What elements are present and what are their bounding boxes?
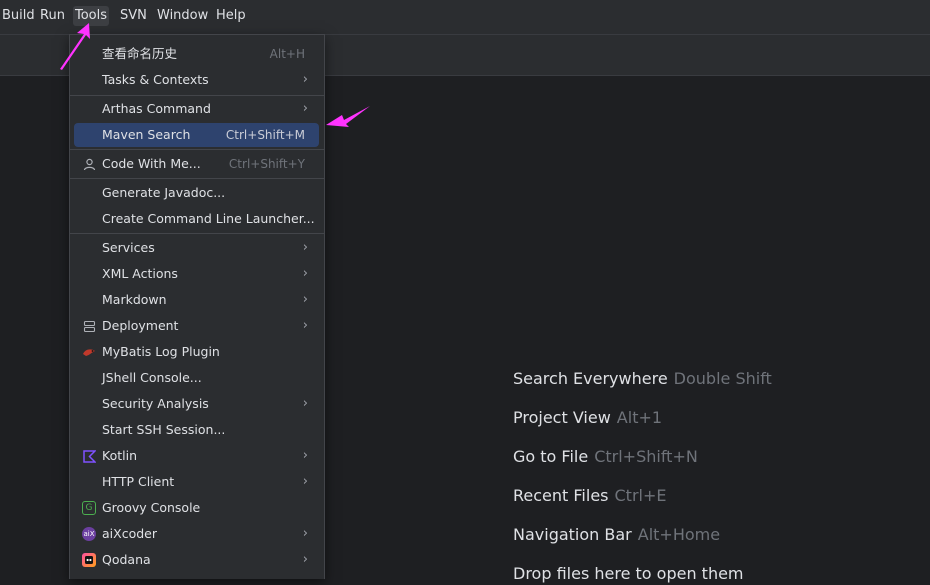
hint-key: Alt+Home [637, 525, 721, 544]
chevron-right-icon: › [302, 552, 308, 567]
menu-separator [70, 95, 324, 96]
groovy-icon: G [82, 501, 96, 515]
menu-item-arthas-command[interactable]: Arthas Command › [74, 97, 319, 121]
menu-item-start-ssh-session[interactable]: Start SSH Session... [74, 418, 319, 442]
menu-item-label: Deployment [102, 318, 179, 333]
menu-item-shortcut: Ctrl+Shift+M [225, 128, 305, 142]
menu-item-command-line-launcher[interactable]: Create Command Line Launcher... [74, 207, 319, 231]
hint-label: Navigation Bar [513, 525, 632, 544]
menu-item-label: Markdown [102, 292, 167, 307]
menu-item-http-client[interactable]: HTTP Client › [74, 470, 319, 494]
menu-item-aixcoder[interactable]: aiX aiXcoder › [74, 522, 319, 546]
hint-key: Alt+1 [616, 408, 663, 427]
tools-dropdown-menu: 查看命名历史 Alt+H Tasks & Contexts › Arthas C… [69, 34, 325, 579]
chevron-right-icon: › [302, 474, 308, 489]
hint-navigation-bar: Navigation Bar Alt+Home [513, 524, 720, 546]
menu-item-label: Qodana [102, 552, 151, 567]
aixcoder-icon: aiX [82, 527, 96, 541]
hint-project-view: Project View Alt+1 [513, 407, 662, 429]
menu-item-shortcut: Ctrl+Shift+Y [228, 157, 305, 171]
hint-label: Recent Files [513, 486, 609, 505]
hint-label: Go to File [513, 447, 589, 466]
menu-item-jshell-console[interactable]: JShell Console... [74, 366, 319, 390]
chevron-right-icon: › [302, 318, 308, 333]
menu-item-deployment[interactable]: Deployment › [74, 314, 319, 338]
menu-item-mybatis-log-plugin[interactable]: MyBatis Log Plugin [74, 340, 319, 364]
menu-item-label: Tasks & Contexts [102, 72, 209, 87]
kotlin-icon [82, 449, 96, 463]
person-icon [82, 157, 96, 171]
menu-item-shortcut: Alt+H [269, 47, 305, 61]
chevron-right-icon: › [302, 448, 308, 463]
menu-item-maven-search[interactable]: Maven Search Ctrl+Shift+M [74, 123, 319, 147]
hint-search-everywhere: Search Everywhere Double Shift [513, 368, 772, 390]
menu-item-tasks-contexts[interactable]: Tasks & Contexts › [74, 68, 319, 92]
menu-help[interactable]: Help [214, 6, 248, 26]
menu-item-label: Code With Me... [102, 156, 201, 171]
chevron-right-icon: › [302, 526, 308, 541]
menu-item-label: XML Actions [102, 266, 178, 281]
menu-item-generate-javadoc[interactable]: Generate Javadoc... [74, 181, 319, 205]
chevron-right-icon: › [302, 101, 308, 116]
menu-item-label: Maven Search [102, 127, 191, 142]
menu-item-label: Start SSH Session... [102, 422, 226, 437]
main-menubar: Build Run Tools SVN Window Help [0, 0, 930, 35]
chevron-right-icon: › [302, 266, 308, 281]
hint-label: Drop files here to open them [513, 564, 744, 583]
menu-item-label: Security Analysis [102, 396, 209, 411]
server-icon [82, 319, 96, 333]
menu-item-label: Create Command Line Launcher... [102, 211, 315, 226]
menu-separator [70, 233, 324, 234]
hint-label: Search Everywhere [513, 369, 668, 388]
chevron-right-icon: › [302, 396, 308, 411]
hint-recent-files: Recent Files Ctrl+E [513, 485, 666, 507]
annotation-arrow-icon [60, 23, 90, 70]
menu-item-label: 查看命名历史 [102, 46, 178, 61]
bird-icon [82, 345, 96, 359]
menu-item-label: JShell Console... [102, 370, 202, 385]
menu-item-code-with-me[interactable]: Code With Me... Ctrl+Shift+Y [74, 152, 319, 176]
menu-item-markdown[interactable]: Markdown › [74, 288, 319, 312]
menu-item-label: Arthas Command [102, 101, 211, 116]
menu-item-qodana[interactable]: Qodana › [74, 548, 319, 572]
menu-separator [70, 178, 324, 179]
menu-separator [70, 149, 324, 150]
qodana-icon [82, 553, 96, 567]
menu-item-label: Groovy Console [102, 500, 201, 515]
hint-key: Double Shift [673, 369, 772, 388]
hint-key: Ctrl+Shift+N [594, 447, 698, 466]
annotation-arrow-icon [326, 106, 370, 127]
menu-item-label: aiXcoder [102, 526, 157, 541]
menu-item-services[interactable]: Services › [74, 236, 319, 260]
menu-item-kotlin[interactable]: Kotlin › [74, 444, 319, 468]
hint-drop-files: Drop files here to open them [513, 563, 744, 585]
menu-window[interactable]: Window [155, 6, 210, 26]
menu-item-rename-history[interactable]: 查看命名历史 Alt+H [74, 42, 319, 66]
chevron-right-icon: › [302, 240, 308, 255]
menu-item-label: MyBatis Log Plugin [102, 344, 220, 359]
hint-label: Project View [513, 408, 611, 427]
menu-item-groovy-console[interactable]: G Groovy Console [74, 496, 319, 520]
hint-go-to-file: Go to File Ctrl+Shift+N [513, 446, 698, 468]
menu-item-label: Services [102, 240, 155, 255]
menu-item-label: Kotlin [102, 448, 137, 463]
chevron-right-icon: › [302, 72, 308, 87]
menu-item-label: HTTP Client [102, 474, 175, 489]
menu-build[interactable]: Build [0, 6, 37, 26]
menu-item-label: Generate Javadoc... [102, 185, 226, 200]
hint-key: Ctrl+E [614, 486, 667, 505]
menu-item-security-analysis[interactable]: Security Analysis › [74, 392, 319, 416]
menu-svn[interactable]: SVN [118, 6, 149, 26]
chevron-right-icon: › [302, 292, 308, 307]
menu-item-xml-actions[interactable]: XML Actions › [74, 262, 319, 286]
